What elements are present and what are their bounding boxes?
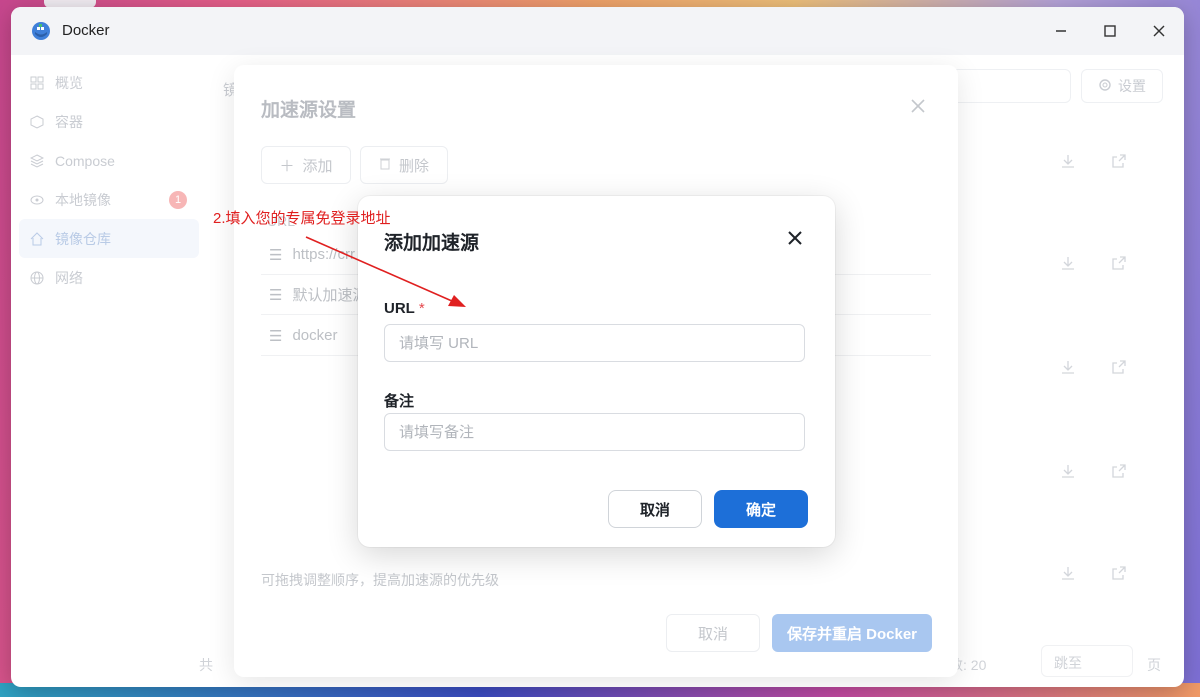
required-mark: * [418,300,425,317]
gear-icon [1098,78,1112,95]
sidebar-item-registry[interactable]: 镜像仓库 [19,219,199,258]
cancel-button[interactable]: 取消 [608,490,702,528]
save-restart-button[interactable]: 保存并重启 Docker [772,614,932,652]
sidebar-item-overview[interactable]: 概览 [19,63,199,102]
mirror-url: https://crr [292,246,355,263]
download-icon[interactable] [1060,359,1078,377]
search-input[interactable] [941,69,1071,103]
docker-window: Docker 概览 容器 Compose 本地镜像 1 镜像仓库 网络 镜 设置… [11,7,1184,687]
layers-icon [29,153,45,169]
page-suffix: 页 [1147,657,1161,673]
sidebar-item-containers[interactable]: 容器 [19,102,199,141]
grid-icon [29,75,45,91]
sidebar-item-label: Compose [55,152,115,169]
row-actions [1056,359,1176,379]
add-label: 添加 [302,157,333,175]
url-input[interactable] [384,324,805,362]
maximize-icon[interactable] [1100,21,1120,41]
pager-total: 共 [199,657,213,673]
drag-hint: 可拖拽调整顺序，提高加速源的优先级 [261,572,499,588]
annotation-text: 2.填入您的专属免登录地址 [213,210,391,227]
download-icon[interactable] [1060,255,1078,273]
disk-icon [29,192,45,208]
row-actions [1056,565,1176,585]
open-external-icon[interactable] [1111,255,1129,273]
confirm-button[interactable]: 确定 [714,490,808,528]
drag-handle-icon[interactable]: ☰ [269,246,282,264]
row-actions [1056,463,1176,483]
drag-handle-icon[interactable]: ☰ [269,327,282,345]
url-field-label: URL * [384,300,425,317]
url-label-text: URL [384,300,415,317]
minimize-icon[interactable] [1051,21,1071,41]
delete-label: 删除 [398,157,429,175]
sidebar-item-label: 概览 [55,74,83,91]
sidebar: 概览 容器 Compose 本地镜像 1 镜像仓库 网络 [19,63,199,297]
close-icon[interactable] [786,229,804,247]
sidebar-item-label: 镜像仓库 [55,230,111,247]
mirror-url: docker [292,327,338,344]
close-icon[interactable] [1149,21,1169,41]
open-external-icon[interactable] [1111,359,1129,377]
page-jump-label: 跳至 [1054,655,1082,671]
download-icon[interactable] [1060,565,1078,583]
sidebar-item-network[interactable]: 网络 [19,258,199,297]
settings-label: 设置 [1118,78,1146,94]
settings-button[interactable]: 设置 [1081,69,1163,103]
add-button[interactable]: ＋ 添加 [261,146,351,184]
status-badge: 1 [169,190,187,209]
note-input[interactable] [384,413,805,451]
cube-icon [29,114,45,130]
note-field-label: 备注 [384,393,415,410]
dialog-title: 添加加速源 [384,233,480,254]
trash-icon [379,156,391,174]
title-bar: Docker [11,7,1184,55]
plus-icon: ＋ [279,157,295,175]
close-icon[interactable] [910,98,926,114]
add-mirror-dialog: 添加加速源 URL* 备注 取消 确定 [358,196,835,547]
docker-app-icon [31,21,51,41]
open-external-icon[interactable] [1111,463,1129,481]
mirror-url: 默认加速源 [292,287,368,304]
globe-icon [29,270,45,286]
open-external-icon[interactable] [1111,153,1129,171]
sidebar-item-label: 本地镜像 [55,191,111,208]
sidebar-item-label: 网络 [55,269,83,286]
dialog-title: 加速源设置 [261,100,357,121]
row-actions [1056,255,1176,275]
sidebar-item-compose[interactable]: Compose [19,141,199,180]
download-icon[interactable] [1060,463,1078,481]
sidebar-item-label: 容器 [55,113,83,130]
cancel-button[interactable]: 取消 [666,614,760,652]
window-title: Docker [62,22,110,39]
download-icon[interactable] [1060,153,1078,171]
page-jump-input[interactable]: 跳至 [1041,645,1133,677]
sidebar-item-local-images[interactable]: 本地镜像 1 [19,180,199,219]
delete-button[interactable]: 删除 [360,146,448,184]
house-icon [29,231,45,247]
drag-handle-icon[interactable]: ☰ [269,286,282,304]
row-actions [1056,153,1176,173]
open-external-icon[interactable] [1111,565,1129,583]
